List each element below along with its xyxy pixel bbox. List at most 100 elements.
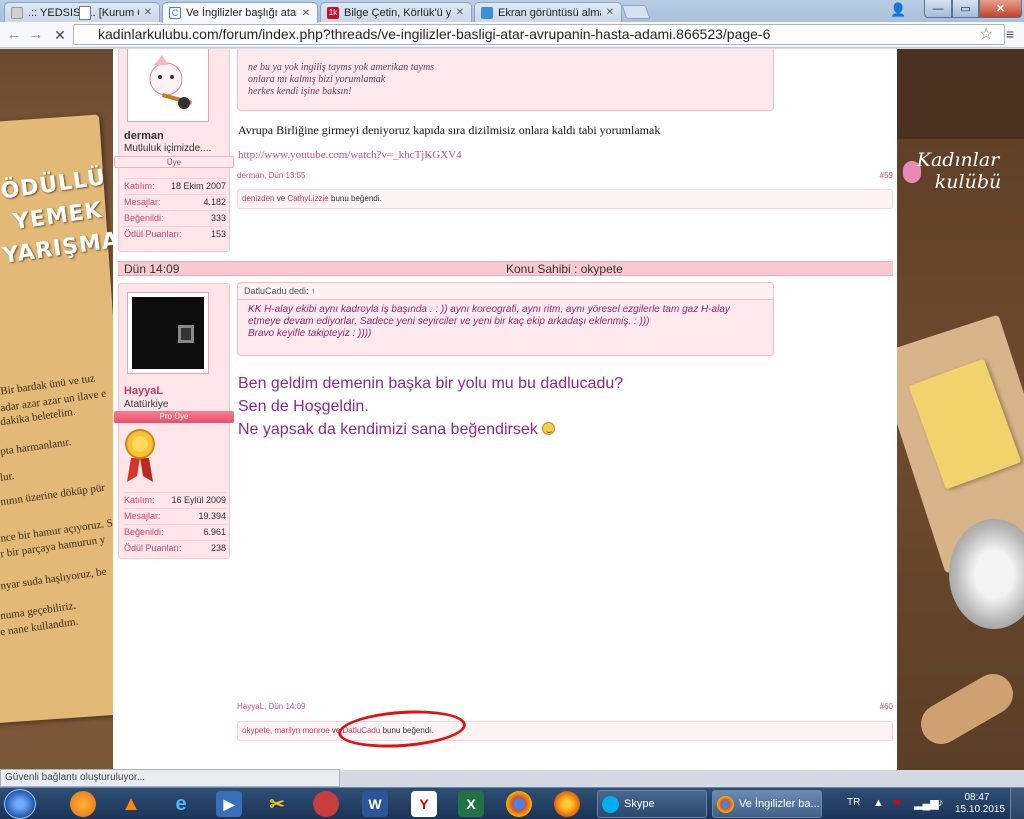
stat-value: 6.961: [203, 527, 226, 537]
system-clock[interactable]: 08:47 15.10.2015: [955, 792, 1005, 816]
media-player-icon[interactable]: ▶: [216, 791, 242, 817]
dark-room-avatar-icon: [132, 297, 204, 369]
forum-content: derman Mutluluk içimizde.... Üye Katılım…: [113, 49, 897, 770]
post-author-date[interactable]: derman, Dün 13:55: [237, 171, 306, 180]
username[interactable]: derman: [124, 130, 164, 142]
post-number[interactable]: #60: [880, 702, 893, 711]
sniping-tool-icon[interactable]: ✂: [264, 791, 290, 817]
stat-value: 19.394: [198, 511, 226, 521]
close-icon[interactable]: ✕: [143, 7, 153, 18]
stat-value: 238: [210, 543, 226, 553]
close-icon[interactable]: ✕: [605, 7, 615, 18]
back-arrow-icon[interactable]: ←: [4, 25, 24, 45]
post-date: Dün 14:09: [124, 262, 180, 276]
media-center-icon[interactable]: [70, 791, 96, 817]
news-favicon-icon: 1k: [327, 6, 339, 19]
post-message-line: Sen de Hoşgeldin.: [238, 398, 369, 415]
internet-explorer-icon[interactable]: e: [168, 791, 194, 817]
avatar[interactable]: [127, 292, 209, 374]
user-card-derman: derman Mutluluk içimizde.... Üye Katılım…: [114, 49, 234, 252]
user-rank: Üye: [114, 156, 234, 168]
recipe-line: lur.: [0, 470, 16, 484]
thread-starter-label: Konu Sahibi : okypete: [506, 262, 623, 276]
show-desktop-button[interactable]: [1010, 788, 1024, 819]
chrome-icon[interactable]: [506, 791, 532, 817]
post-message: Avrupa Birliğine girmeyi deniyoruz kapıd…: [238, 123, 661, 137]
tab-bilge-cetin[interactable]: 1k Bilge Çetin, Körlük'ü yoru ✕: [320, 2, 472, 22]
promo-background-left: ÖDÜLLÜ YEMEK YARIŞMASI Bir bardak ünü ve…: [0, 49, 113, 770]
post-author-date[interactable]: HayyaL, Dün 14:09: [237, 702, 306, 711]
likes-summary: okypete, marilyn monroe ve DatluCadu bun…: [237, 721, 893, 741]
forward-arrow-icon[interactable]: →: [26, 25, 46, 45]
tray-expand-icon[interactable]: ▲: [873, 797, 884, 809]
avatar[interactable]: [127, 49, 209, 122]
network-signal-icon[interactable]: ▂▄▆: [914, 797, 939, 810]
tab-strip: .:: YEDSIS ::.. [Kurum Gele ✕ C Ve İngil…: [0, 0, 1024, 23]
tab-forum-thread[interactable]: C Ve İngilizler başlığı atar; A ✕: [162, 2, 318, 23]
stat-label[interactable]: Ödül Puanları:: [124, 541, 182, 556]
task-label: Skype: [624, 798, 655, 810]
stat-row: Ödül Puanları: 153: [124, 226, 226, 241]
user-title: Atatürkiye: [124, 399, 169, 410]
taskbar-task-skype[interactable]: Skype: [597, 790, 707, 818]
minimize-button[interactable]: —: [924, 0, 952, 18]
profile-icon[interactable]: 👤: [890, 2, 906, 18]
tray-flag-icon[interactable]: ⚑: [892, 797, 902, 810]
task-label: Ve İngilizler ba...: [739, 798, 820, 810]
volume-icon[interactable]: ♪: [938, 797, 944, 809]
language-indicator[interactable]: TR: [847, 797, 860, 808]
firefox-icon[interactable]: [554, 791, 580, 817]
stat-label: Katılım:: [124, 181, 155, 191]
taskbar-task-chrome[interactable]: Ve İngilizler ba...: [712, 790, 822, 818]
excel-icon[interactable]: X: [458, 791, 484, 817]
site-logo[interactable]: Kadınlar kulübü: [903, 149, 1013, 193]
username[interactable]: HayyaL: [124, 385, 163, 397]
stop-icon[interactable]: ✕: [50, 25, 70, 45]
stat-label[interactable]: Mesajlar:: [124, 195, 161, 210]
liker-link[interactable]: CathyLizzie: [287, 194, 328, 203]
site-logo-line2: kulübü: [934, 171, 1002, 193]
stat-label[interactable]: Ödül Puanları:: [124, 227, 182, 242]
close-icon[interactable]: ✕: [301, 8, 311, 19]
quote-box: DatluCadu dedi: ↑ KK H-alay ekibi aynı k…: [237, 282, 774, 356]
quote-line: etmeye devam ediyorlar. Sadece yeni seyi…: [248, 316, 650, 327]
user-card-hayyal: HayyaL Atatürkiye Pro Üye Katılım: 16 Eyl…: [114, 283, 234, 559]
close-icon[interactable]: ✕: [455, 7, 465, 18]
start-button[interactable]: [4, 789, 36, 819]
app-red-icon[interactable]: [313, 791, 339, 817]
address-bar[interactable]: kadinlarkulubu.com/forum/index.php?threa…: [73, 24, 1005, 45]
quote-line: onlara mı kalmış bizi yorumlamak: [248, 74, 386, 85]
maximize-button[interactable]: ▭: [952, 0, 979, 18]
chrome-menu-icon[interactable]: ≡: [1006, 26, 1014, 42]
new-tab-button[interactable]: [621, 5, 651, 19]
liker-link[interactable]: denizden: [242, 194, 274, 203]
rolling-pin: [913, 666, 1021, 752]
stat-row: Mesajlar: 19.394: [124, 508, 226, 523]
page-info-icon[interactable]: [79, 6, 91, 20]
stat-label[interactable]: Mesajlar:: [124, 509, 161, 524]
yandex-icon[interactable]: Y: [411, 791, 437, 817]
liker-links[interactable]: okypete, marilyn monroe: [242, 726, 330, 735]
clock-time: 08:47: [964, 792, 990, 803]
stat-row: Beğenildi: 333: [124, 210, 226, 225]
tab-label: Bilge Çetin, Körlük'ü yoru: [344, 6, 451, 19]
bookmark-star-icon[interactable]: ☆: [979, 24, 993, 44]
smiley-icon: [541, 422, 555, 435]
likes-suffix: bunu beğendi.: [331, 194, 382, 203]
post-message-line: Ne yapsak da kendimizi sana beğendirsek: [238, 421, 538, 438]
quote-author[interactable]: DatluCadu dedi: ↑: [238, 283, 773, 300]
stat-label[interactable]: Beğenildi:: [124, 211, 164, 226]
stat-row: Ödül Puanları: 238: [124, 540, 226, 555]
stat-label[interactable]: Beğenildi:: [124, 525, 164, 540]
wood-plank: [897, 49, 1024, 139]
stat-label: Katılım:: [124, 495, 155, 505]
vlc-icon[interactable]: ▲: [118, 791, 144, 817]
youtube-link[interactable]: http://www.youtube.com/watch?v=_khcTjKGX…: [238, 149, 462, 161]
promo-title[interactable]: ÖDÜLLÜ YEMEK YARIŞMASI: [0, 161, 113, 273]
site-logo-line1: Kadınlar: [916, 149, 1000, 171]
word-icon[interactable]: W: [362, 791, 388, 817]
windows-taskbar: ▲ e ▶ ✂ W Y X Skype Ve İngilizler ba... …: [0, 787, 1024, 819]
tab-screenshot-help[interactable]: Ekran görüntüsü alma ✕: [474, 2, 622, 22]
post-number[interactable]: #59: [880, 171, 893, 180]
close-window-button[interactable]: ✕: [979, 0, 1022, 18]
